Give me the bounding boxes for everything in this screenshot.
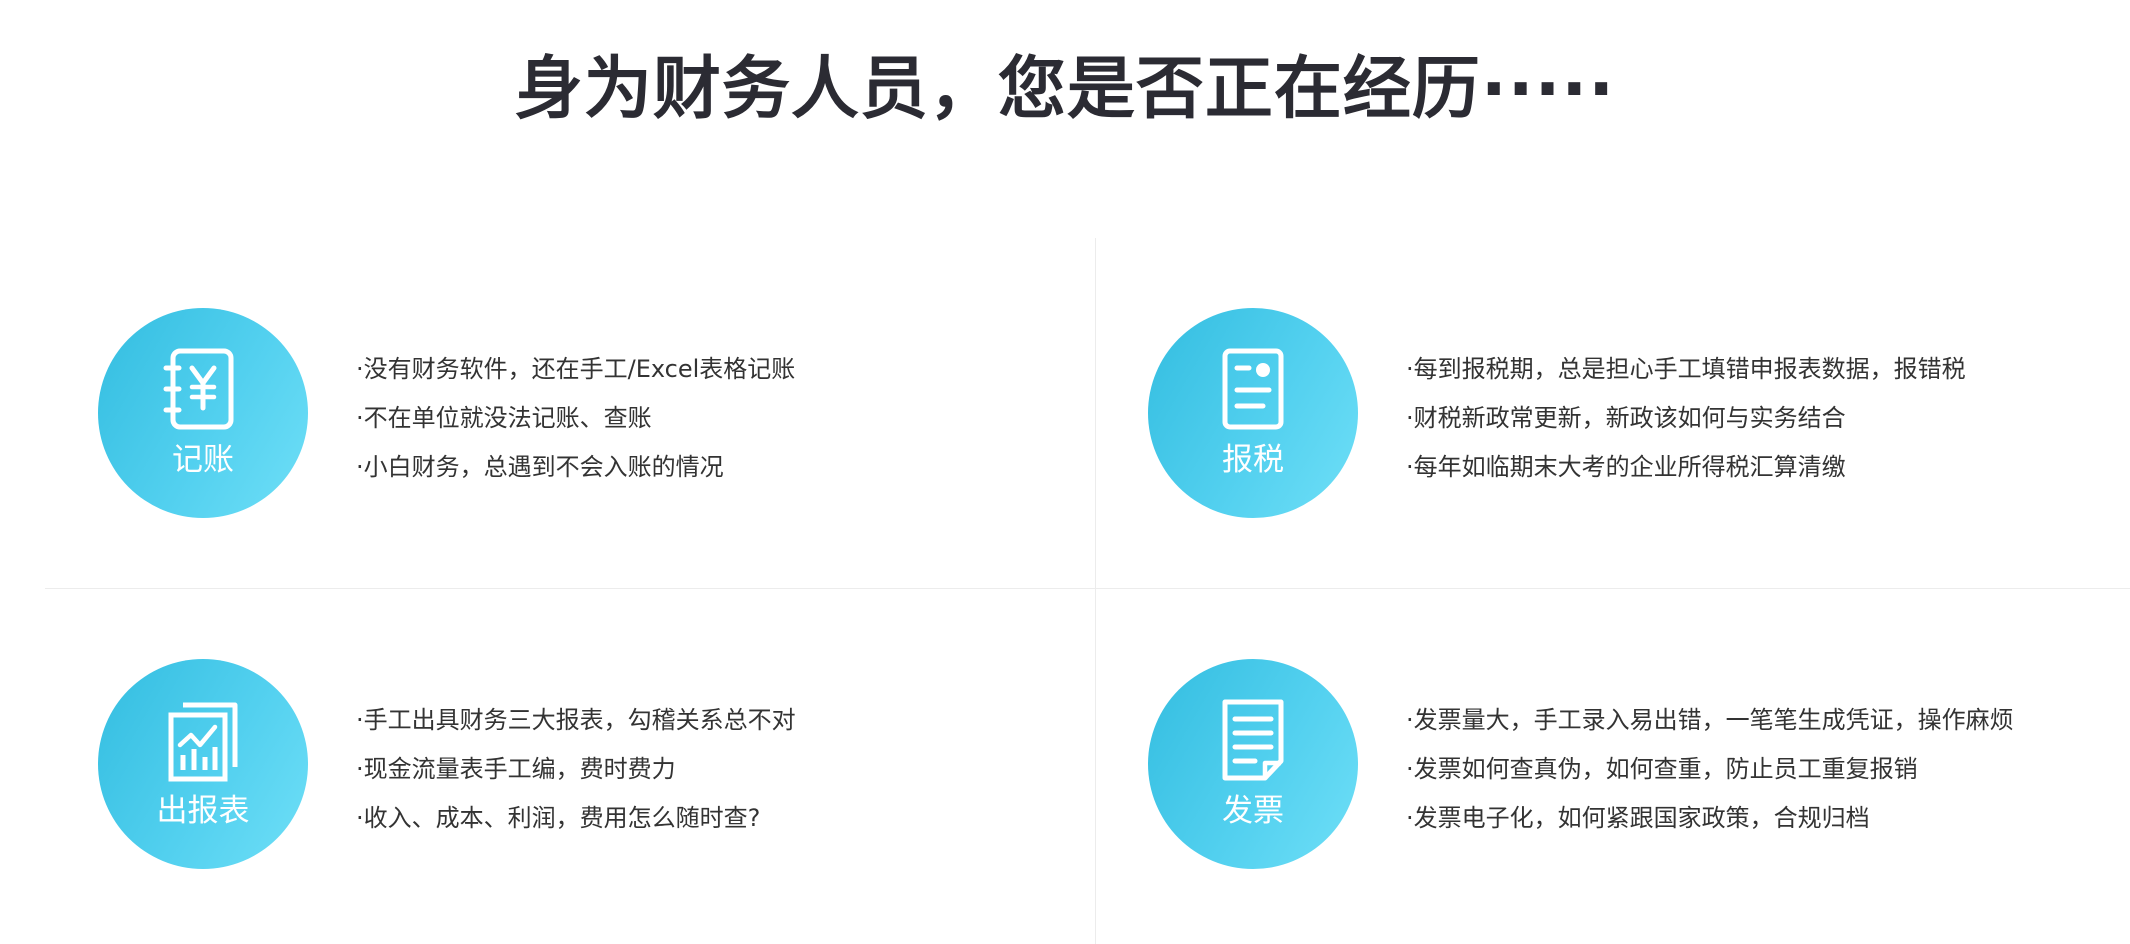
list-item: ·手工出具财务三大报表，勾稽关系总不对 bbox=[356, 706, 796, 734]
page-title: 身为财务人员，您是否正在经历····· bbox=[514, 50, 1616, 129]
report-chart-icon bbox=[163, 697, 243, 783]
badge-reports: 出报表 bbox=[98, 659, 308, 869]
horizontal-divider bbox=[45, 588, 2130, 589]
badge-label: 报税 bbox=[1222, 442, 1284, 478]
badge-invoice: 发票 bbox=[1148, 659, 1358, 869]
badge-tax-filing: 报税 bbox=[1148, 308, 1358, 518]
list-item: ·发票量大，手工录入易出错，一笔笔生成凭证，操作麻烦 bbox=[1406, 706, 2014, 734]
list-item: ·每到报税期，总是担心手工填错申报表数据，报错税 bbox=[1406, 355, 1966, 383]
ledger-yen-icon bbox=[163, 346, 243, 432]
badge-label: 出报表 bbox=[156, 793, 250, 829]
badge-label: 记账 bbox=[172, 442, 234, 478]
list-item: ·每年如临期末大考的企业所得税汇算清缴 bbox=[1406, 453, 1846, 481]
badge-label: 发票 bbox=[1222, 793, 1284, 829]
card-tax-filing: 报税 ·每到报税期，总是担心手工填错申报表数据，报错税 ·财税新政常更新，新政该… bbox=[1148, 308, 2130, 528]
list-item: ·发票如何查真伪，如何查重，防止员工重复报销 bbox=[1406, 755, 1918, 783]
pain-point-list: ·没有财务软件，还在手工/Excel表格记账 ·不在单位就没法记账、查账 ·小白… bbox=[356, 345, 795, 492]
list-item: ·财税新政常更新，新政该如何与实务结合 bbox=[1406, 404, 1846, 432]
pain-point-list: ·手工出具财务三大报表，勾稽关系总不对 ·现金流量表手工编，费时费力 ·收入、成… bbox=[356, 696, 796, 843]
list-item: ·发票电子化，如何紧跟国家政策，合规归档 bbox=[1406, 804, 1870, 832]
pain-point-list: ·发票量大，手工录入易出错，一笔笔生成凭证，操作麻烦 ·发票如何查真伪，如何查重… bbox=[1406, 696, 2014, 843]
badge-bookkeeping: 记账 bbox=[98, 308, 308, 518]
list-item: ·现金流量表手工编，费时费力 bbox=[356, 755, 676, 783]
card-invoice: 发票 ·发票量大，手工录入易出错，一笔笔生成凭证，操作麻烦 ·发票如何查真伪，如… bbox=[1148, 659, 2130, 879]
list-item: ·不在单位就没法记账、查账 bbox=[356, 404, 652, 432]
list-item: ·没有财务软件，还在手工/Excel表格记账 bbox=[356, 355, 796, 383]
card-bookkeeping: 记账 ·没有财务软件，还在手工/Excel表格记账 ·不在单位就没法记账、查账 … bbox=[98, 308, 1098, 528]
list-item: ·小白财务，总遇到不会入账的情况 bbox=[356, 453, 724, 481]
tax-document-icon bbox=[1213, 346, 1293, 432]
list-item: ·收入、成本、利润，费用怎么随时查? bbox=[356, 804, 761, 832]
card-reports: 出报表 ·手工出具财务三大报表，勾稽关系总不对 ·现金流量表手工编，费时费力 ·… bbox=[98, 659, 1098, 879]
invoice-document-icon bbox=[1213, 697, 1293, 783]
pain-point-list: ·每到报税期，总是担心手工填错申报表数据，报错税 ·财税新政常更新，新政该如何与… bbox=[1406, 345, 1966, 492]
